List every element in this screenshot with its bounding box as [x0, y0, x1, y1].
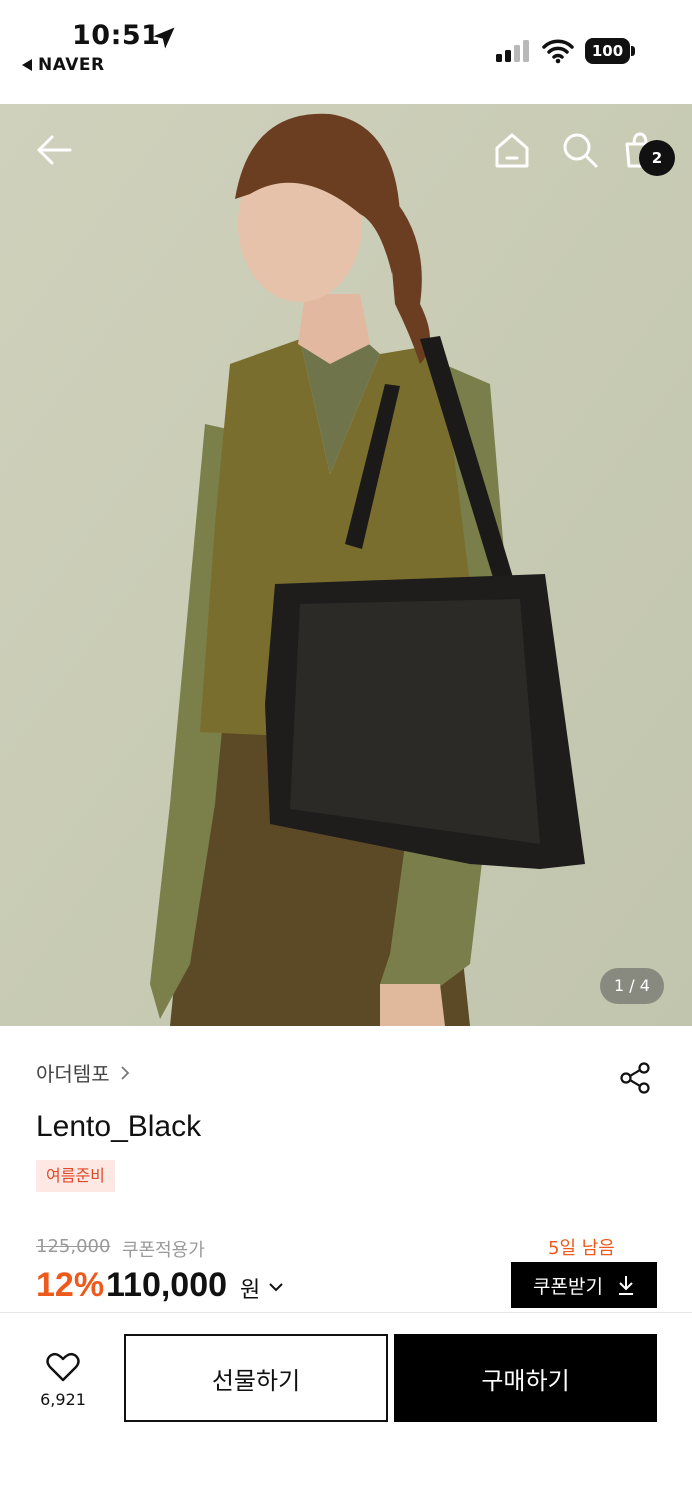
download-icon [618, 1276, 633, 1295]
promo-tag: 여름준비 [36, 1160, 115, 1192]
brand-name: 아더템포 [36, 1062, 110, 1086]
gift-button[interactable]: 선물하기 [124, 1334, 388, 1422]
battery-tip [631, 46, 635, 56]
product-photo [0, 104, 692, 1026]
currency-label: 원 [240, 1278, 261, 1303]
share-icon[interactable] [618, 1060, 654, 1096]
gallery-pager: 1 / 4 [600, 968, 664, 1004]
discount-rate: 12% [36, 1266, 105, 1304]
search-icon[interactable] [560, 130, 600, 170]
product-name: Lento_Black [36, 1110, 202, 1143]
home-icon[interactable] [492, 130, 532, 170]
coupon-days-left: 5일 남음 [548, 1238, 615, 1259]
back-arrow-icon[interactable] [34, 132, 74, 168]
battery-icon: 100 [585, 38, 635, 64]
back-to-app-link[interactable]: NAVER [22, 55, 105, 75]
status-bar: 10:51 NAVER 100 [0, 0, 692, 104]
get-coupon-label: 쿠폰받기 [533, 1275, 603, 1298]
like-count: 6,921 [40, 1390, 86, 1409]
cart-count-badge: 2 [639, 140, 675, 176]
wifi-icon [542, 39, 574, 64]
coupon-applied-label: 쿠폰적용가 [122, 1240, 205, 1261]
back-app-label: NAVER [38, 55, 105, 75]
sale-price: 110,000 [106, 1266, 228, 1304]
buy-button[interactable]: 구매하기 [394, 1334, 657, 1422]
get-coupon-button[interactable]: 쿠폰받기 [511, 1262, 657, 1308]
heart-icon [46, 1352, 80, 1382]
back-triangle-icon [22, 59, 32, 71]
chevron-down-icon[interactable] [268, 1280, 284, 1294]
signal-icon [496, 40, 529, 62]
brand-link[interactable]: 아더템포 [36, 1058, 132, 1087]
original-price: 125,000 [36, 1236, 111, 1257]
gift-button-label: 선물하기 [211, 1366, 301, 1395]
battery-level: 100 [585, 38, 630, 64]
product-image-gallery[interactable]: 2 1 / 4 [0, 104, 692, 1026]
location-arrow-icon [153, 27, 175, 49]
status-time: 10:51 [72, 20, 161, 51]
buy-button-label: 구매하기 [481, 1366, 570, 1395]
chevron-right-icon [120, 1065, 129, 1080]
